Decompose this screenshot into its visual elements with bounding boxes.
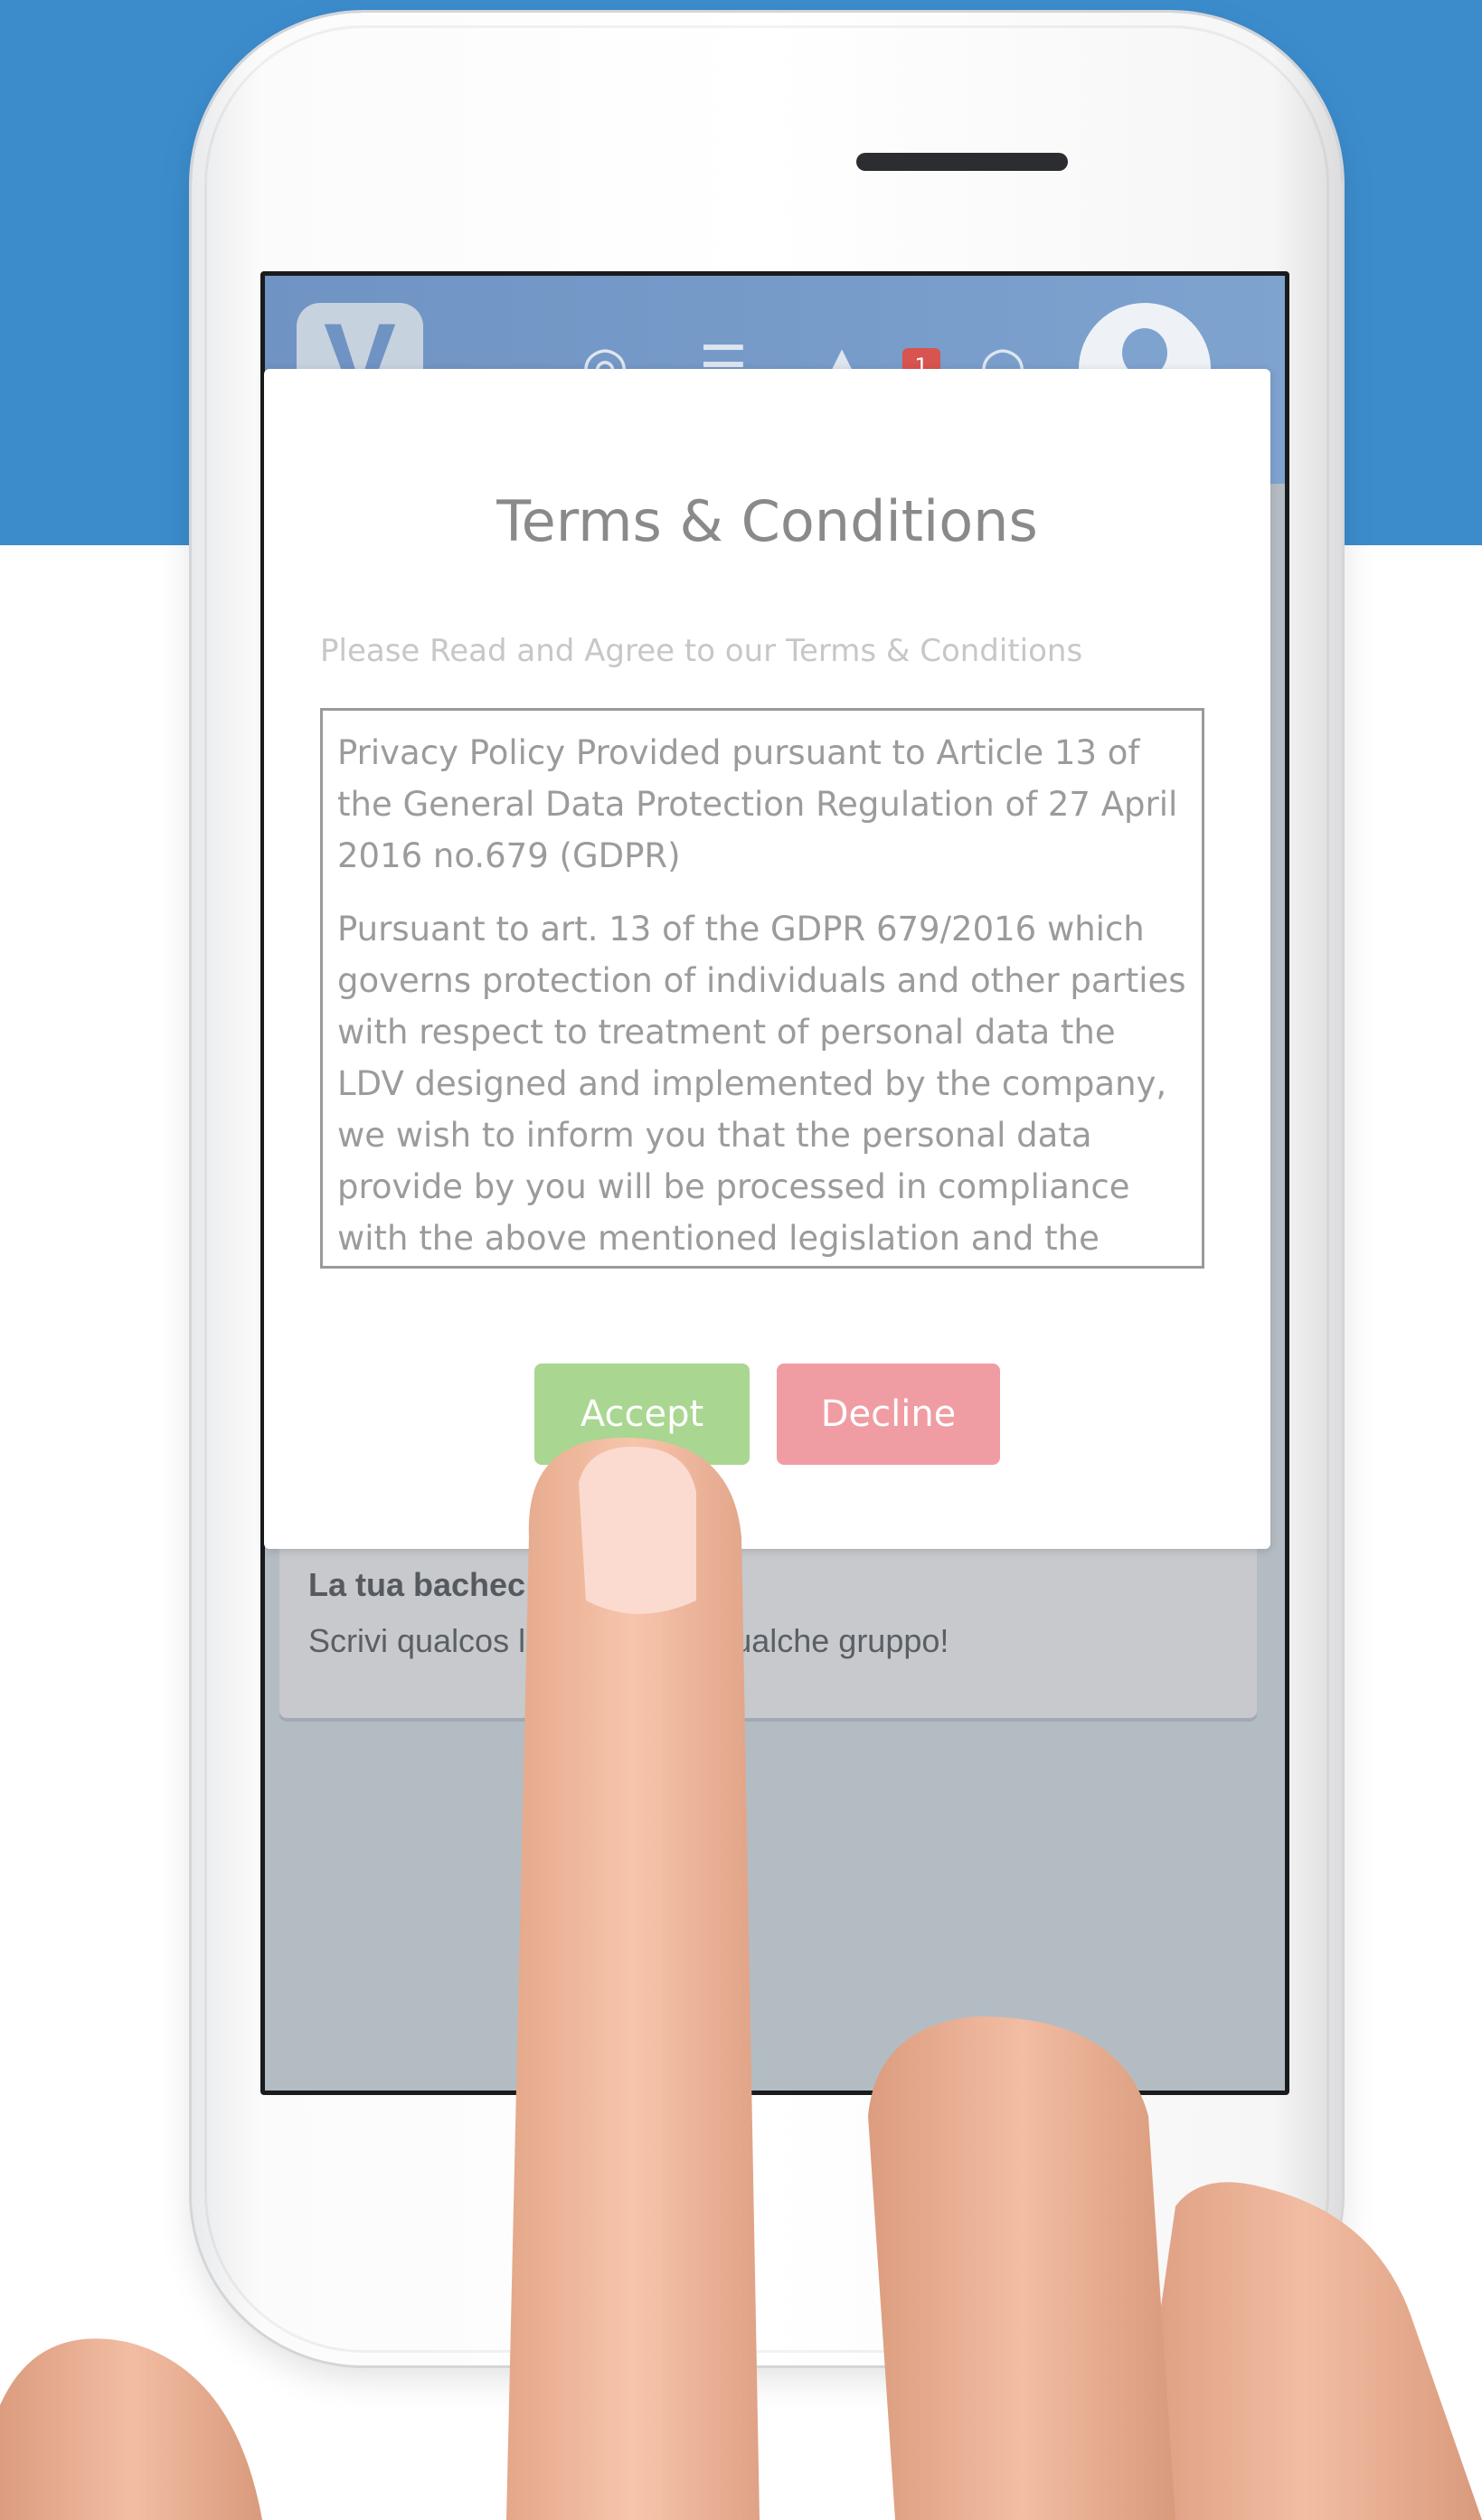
terms-paragraph: Pursuant to art. 13 of the GDPR 679/2016…	[337, 910, 1186, 1258]
wall-text: Scrivi qualcos lo o unisciti a qualche g…	[308, 1622, 949, 1659]
terms-modal: Terms & Conditions Please Read and Agree…	[264, 369, 1270, 1549]
wall-card: La tua bachec Scrivi qualcos lo o unisci…	[279, 1537, 1257, 1718]
terms-text-box[interactable]: Privacy Policy Provided pursuant to Arti…	[320, 708, 1204, 1269]
accept-button[interactable]: Accept	[534, 1364, 750, 1465]
decline-button[interactable]: Decline	[777, 1364, 1000, 1465]
modal-subtitle: Please Read and Agree to our Terms & Con…	[320, 633, 1083, 669]
terms-paragraph: Privacy Policy Provided pursuant to Arti…	[337, 733, 1178, 875]
phone-earpiece	[856, 153, 1068, 171]
modal-title: Terms & Conditions	[496, 488, 1038, 554]
wall-title: La tua bachec	[308, 1566, 526, 1603]
